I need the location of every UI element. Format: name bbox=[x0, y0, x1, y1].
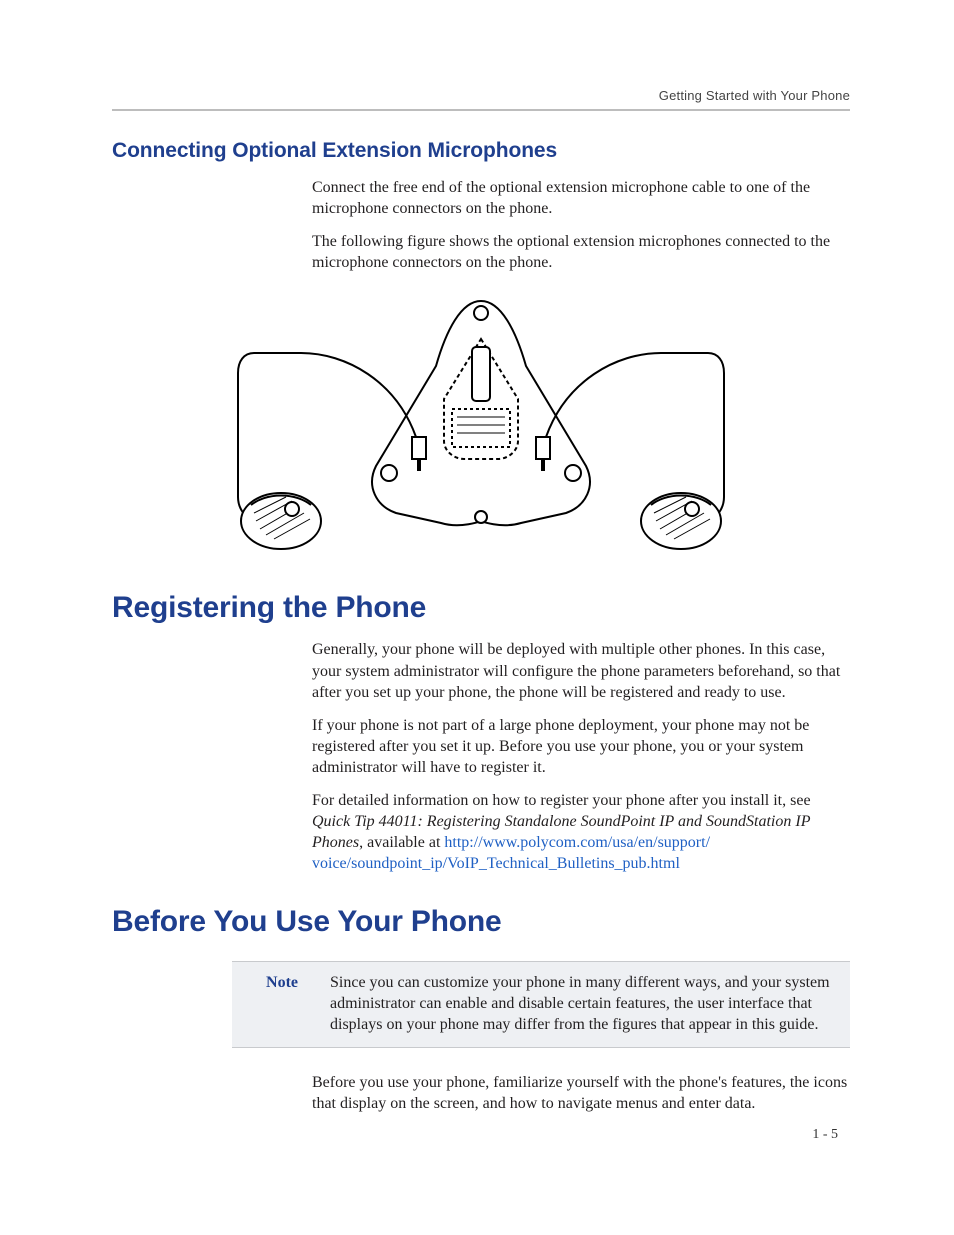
link-support-1[interactable]: http://www.polycom.com/usa/en/support/ bbox=[444, 834, 710, 851]
para-before-1: Before you use your phone, familiarize y… bbox=[312, 1072, 850, 1114]
para-connect-2: The following figure shows the optional … bbox=[312, 231, 850, 273]
reg-intro-text: For detailed information on how to regis… bbox=[312, 792, 811, 809]
heading-before-use: Before You Use Your Phone bbox=[112, 905, 850, 939]
figure-ext-mics bbox=[112, 291, 850, 561]
header-rule bbox=[112, 109, 850, 111]
note-text: Since you can customize your phone in ma… bbox=[330, 972, 832, 1035]
body-before-use: Before you use your phone, familiarize y… bbox=[312, 1072, 850, 1114]
body-registering: Generally, your phone will be deployed w… bbox=[312, 639, 850, 874]
note-box: Note Since you can customize your phone … bbox=[232, 961, 850, 1048]
diagram-extension-mics bbox=[226, 291, 736, 561]
link-support-2[interactable]: voice/soundpoint_ip/VoIP_Technical_Bulle… bbox=[312, 855, 680, 872]
reg-after-text: , available at bbox=[359, 834, 444, 851]
para-connect-1: Connect the free end of the optional ext… bbox=[312, 177, 850, 219]
running-header: Getting Started with Your Phone bbox=[112, 88, 850, 103]
para-reg-3: For detailed information on how to regis… bbox=[312, 790, 850, 874]
heading-connecting: Connecting Optional Extension Microphone… bbox=[112, 139, 850, 163]
para-reg-2: If your phone is not part of a large pho… bbox=[312, 715, 850, 778]
body-connecting: Connect the free end of the optional ext… bbox=[312, 177, 850, 273]
heading-registering: Registering the Phone bbox=[112, 591, 850, 625]
page-number: 1 - 5 bbox=[812, 1127, 838, 1143]
note-label: Note bbox=[250, 972, 298, 993]
para-reg-1: Generally, your phone will be deployed w… bbox=[312, 639, 850, 702]
